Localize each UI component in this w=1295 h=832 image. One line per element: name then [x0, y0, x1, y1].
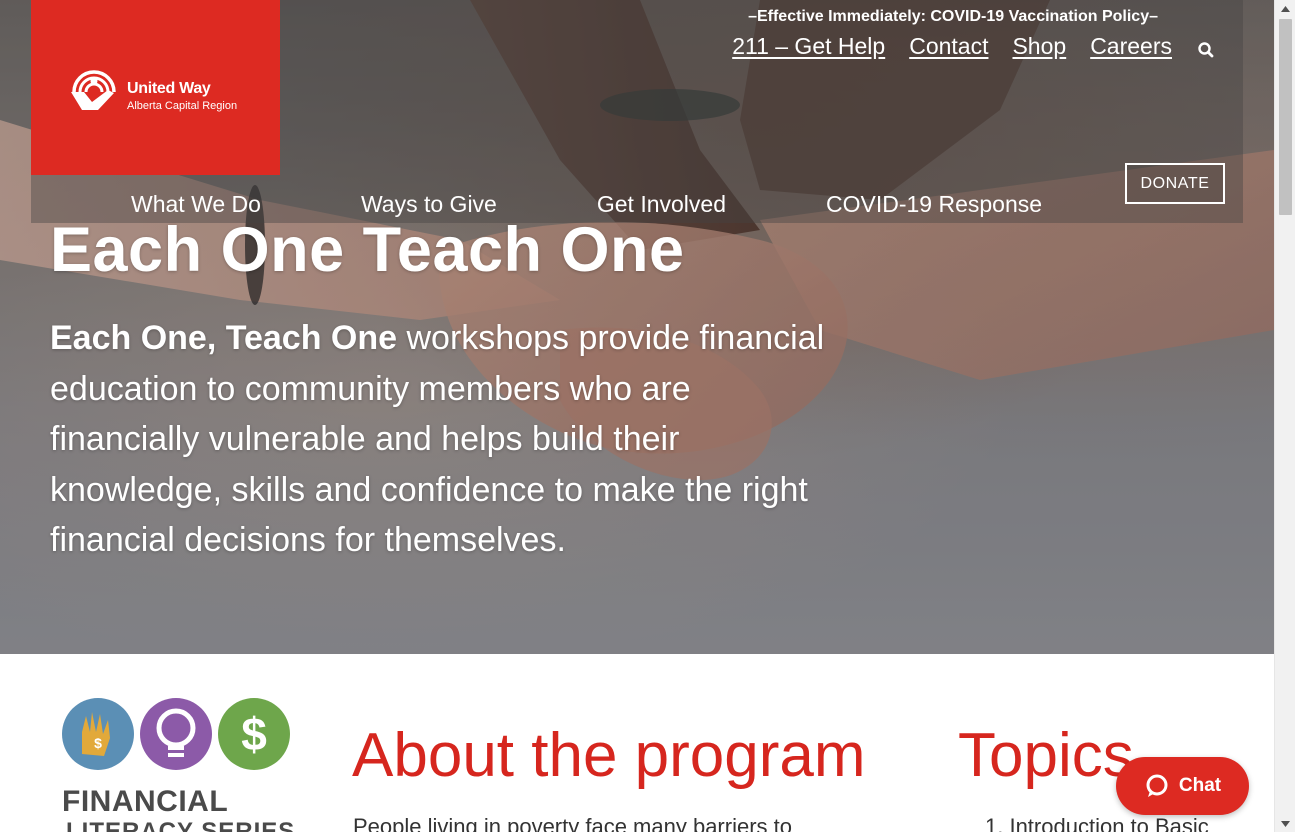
careers-link[interactable]: Careers — [1090, 33, 1172, 60]
nav-get-involved[interactable]: Get Involved — [597, 191, 726, 218]
chat-button[interactable]: Chat — [1116, 757, 1249, 815]
brand-region: Alberta Capital Region — [127, 100, 238, 112]
program-logo-line1: FINANCIAL — [62, 785, 229, 818]
topics-list-item: 1. Introduction to Basic — [985, 814, 1209, 832]
utility-nav: 211 – Get Help Contact Shop Careers — [732, 33, 1172, 60]
chat-bubble-icon — [1146, 774, 1168, 797]
chat-label: Chat — [1178, 775, 1222, 796]
search-icon[interactable] — [1196, 40, 1216, 60]
about-heading: About the program — [352, 721, 866, 790]
nav-covid-19-response[interactable]: COVID-19 Response — [826, 191, 1042, 218]
get-help-211-link[interactable]: 211 – Get Help — [732, 33, 885, 60]
scroll-down-arrow-icon[interactable] — [1275, 815, 1295, 832]
page-viewport: United Way Alberta Capital Region –Effec… — [0, 0, 1274, 832]
dollar-icon: $ — [241, 708, 267, 760]
topics-heading: Topics — [958, 721, 1134, 790]
shop-link[interactable]: Shop — [1012, 33, 1066, 60]
page-title: Each One Teach One — [50, 215, 685, 285]
hero-description: Each One, Teach One workshops provide fi… — [50, 313, 830, 566]
program-logo-line2: LITERACY SERIES — [66, 818, 296, 832]
brand-name: United Way — [127, 80, 211, 97]
hero-description-bold: Each One, Teach One — [50, 319, 398, 357]
scrollbar-thumb[interactable] — [1279, 19, 1292, 215]
logo-link[interactable]: United Way Alberta Capital Region — [31, 0, 280, 175]
contact-link[interactable]: Contact — [909, 33, 988, 60]
about-text: People living in poverty face many barri… — [353, 814, 792, 832]
nav-what-we-do[interactable]: What We Do — [131, 191, 261, 218]
program-section: $ $ FINANCIAL LITERACY SERIES About the … — [0, 654, 1274, 832]
nav-ways-to-give[interactable]: Ways to Give — [361, 191, 497, 218]
covid-policy-notice-link[interactable]: –Effective Immediately: COVID-19 Vaccina… — [748, 8, 1158, 26]
united-way-logo-icon — [71, 70, 116, 110]
vertical-scrollbar[interactable] — [1274, 0, 1295, 832]
scroll-up-arrow-icon[interactable] — [1275, 0, 1295, 17]
main-nav: What We Do Ways to Give Get Involved COV… — [131, 191, 1142, 218]
svg-text:$: $ — [94, 735, 102, 751]
